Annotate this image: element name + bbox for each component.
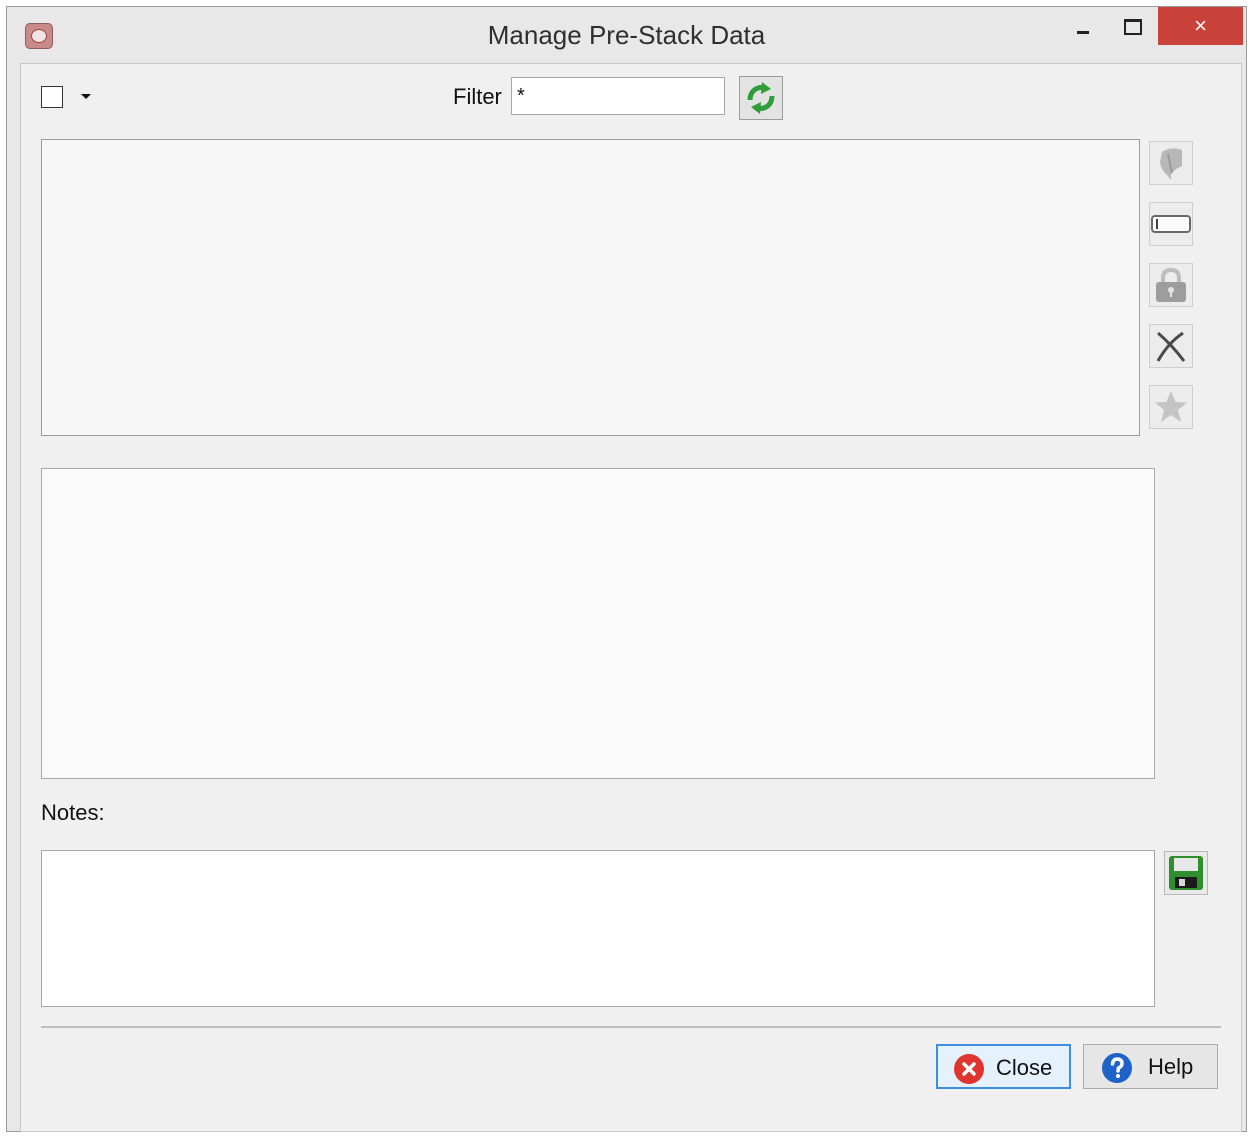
default-button[interactable] [1149,385,1193,429]
select-all-checkbox[interactable] [41,86,63,108]
rename-button[interactable] [1149,202,1193,246]
dataset-button[interactable] [1149,141,1193,185]
close-button-label: Close [996,1055,1053,1080]
save-notes-button[interactable] [1164,851,1208,895]
notes-textarea[interactable] [41,850,1155,1007]
refresh-icon [747,82,775,114]
refresh-button[interactable] [739,76,783,120]
filter-input[interactable] [511,77,725,115]
lock-icon [1156,267,1186,302]
window-close-button[interactable]: × [1158,7,1243,45]
manage-prestack-window: Manage Pre-Stack Data × Filter * Notes: … [6,6,1247,1132]
rename-icon [1151,215,1191,233]
close-button[interactable]: Close [936,1044,1071,1089]
dataset-icon [1160,148,1182,180]
maximize-button[interactable] [1111,7,1153,45]
delete-icon [1156,331,1186,362]
minimize-button[interactable] [1062,7,1102,45]
dataset-list[interactable] [41,139,1140,436]
delete-button[interactable] [1149,324,1193,368]
selection-dropdown-arrow-icon[interactable] [81,94,93,102]
title-bar[interactable]: Manage Pre-Stack Data × [7,7,1246,63]
window-title: Manage Pre-Stack Data [487,20,766,50]
default-star-icon [1155,391,1187,422]
dialog-content: Filter * Notes: Close Help [20,63,1242,1132]
help-button-label: Help [1148,1054,1194,1079]
filter-label: Filter [453,84,502,109]
dataset-info-panel [41,468,1155,779]
help-button[interactable]: Help [1083,1044,1218,1089]
save-icon [1169,856,1203,890]
help-question-icon [1102,1053,1132,1083]
footer-separator [41,1026,1221,1028]
close-circle-icon [954,1054,984,1084]
notes-label: Notes: [41,800,105,825]
lock-button[interactable] [1149,263,1193,307]
